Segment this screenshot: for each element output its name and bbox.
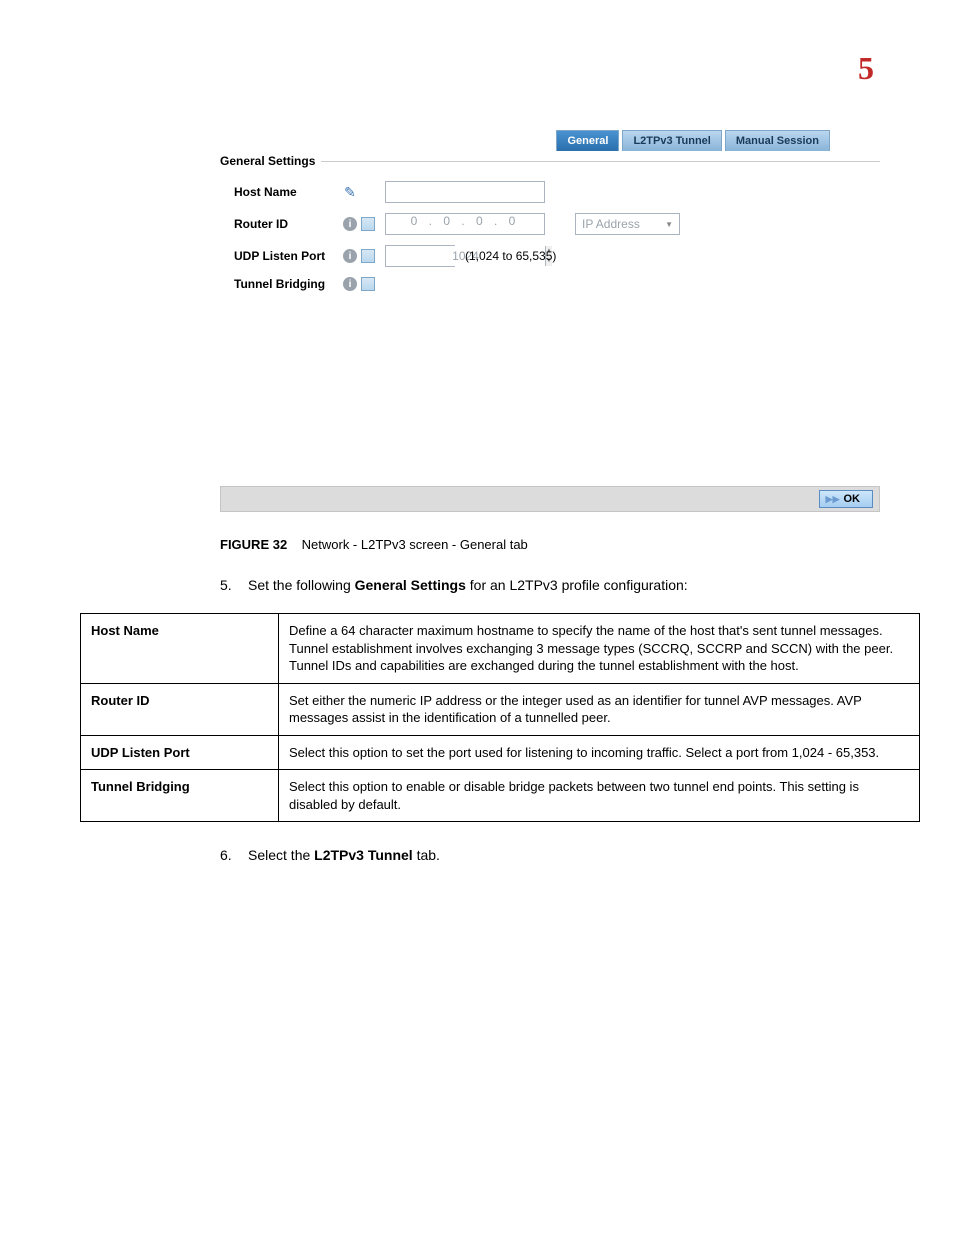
step-text-post: for an L2TPv3 profile configuration: [466, 577, 688, 593]
info-icon: i [343, 217, 357, 231]
play-icon: ▶▶ [826, 494, 840, 505]
udp-port-spinner[interactable]: ▲ ▼ [385, 245, 455, 267]
chevron-down-icon: ▼ [665, 220, 673, 229]
host-name-input[interactable] [385, 181, 545, 203]
table-row: Tunnel Bridging Select this option to en… [81, 770, 920, 822]
info-icon: i [343, 249, 357, 263]
chapter-number: 5 [858, 50, 874, 87]
cell-name: Router ID [81, 683, 279, 735]
udp-port-checkbox[interactable] [361, 249, 375, 263]
label-router-id: Router ID [234, 217, 339, 231]
table-row: UDP Listen Port Select this option to se… [81, 735, 920, 770]
router-id-type-dropdown[interactable]: IP Address ▼ [575, 213, 680, 235]
router-id-ip-input[interactable]: 0 . 0 . 0 . 0 [385, 213, 545, 235]
tab-l2tpv3-tunnel[interactable]: L2TPv3 Tunnel [622, 130, 721, 151]
settings-description-table: Host Name Define a 64 character maximum … [80, 613, 920, 822]
step-text-pre: Select the [248, 847, 314, 863]
step-text-pre: Set the following [248, 577, 355, 593]
row-udp-listen-port: UDP Listen Port i ▲ ▼ (1,024 to 65,535) [234, 245, 880, 267]
figure-caption: FIGURE 32 Network - L2TPv3 screen - Gene… [220, 537, 874, 552]
udp-port-range: (1,024 to 65,535) [465, 249, 556, 263]
info-icon: i [343, 277, 357, 291]
table-row: Router ID Set either the numeric IP addr… [81, 683, 920, 735]
pencil-icon: ✎ [344, 184, 356, 201]
step-number: 6. [220, 847, 248, 863]
tunnel-bridging-checkbox[interactable] [361, 277, 375, 291]
cell-name: UDP Listen Port [81, 735, 279, 770]
step-text-bold: L2TPv3 Tunnel [314, 847, 413, 863]
step-5: 5. Set the following General Settings fo… [220, 577, 874, 593]
figure-label: FIGURE 32 [220, 537, 287, 552]
footer-bar: ▶▶ OK [220, 486, 880, 512]
label-tunnel-bridging: Tunnel Bridging [234, 277, 339, 291]
row-router-id: Router ID i 0 . 0 . 0 . 0 IP Address ▼ [234, 213, 880, 235]
cell-desc: Define a 64 character maximum hostname t… [279, 614, 920, 684]
cell-name: Tunnel Bridging [81, 770, 279, 822]
fieldset-legend: General Settings [220, 154, 321, 168]
cell-desc: Select this option to set the port used … [279, 735, 920, 770]
screenshot-panel: General L2TPv3 Tunnel Manual Session Gen… [220, 130, 880, 306]
figure-text: Network - L2TPv3 screen - General tab [302, 537, 528, 552]
table-row: Host Name Define a 64 character maximum … [81, 614, 920, 684]
cell-desc: Select this option to enable or disable … [279, 770, 920, 822]
router-id-checkbox[interactable] [361, 217, 375, 231]
ok-button[interactable]: ▶▶ OK [819, 490, 873, 508]
general-settings-fieldset: General Settings Host Name ✎ Router ID i… [220, 161, 880, 306]
step-6: 6. Select the L2TPv3 Tunnel tab. [220, 847, 874, 863]
step-number: 5. [220, 577, 248, 593]
label-host-name: Host Name [234, 185, 339, 199]
step-text-post: tab. [413, 847, 440, 863]
label-udp-listen-port: UDP Listen Port [234, 249, 339, 263]
row-host-name: Host Name ✎ [234, 181, 880, 203]
step-text-bold: General Settings [355, 577, 466, 593]
tab-general[interactable]: General [556, 130, 619, 151]
cell-name: Host Name [81, 614, 279, 684]
tab-manual-session[interactable]: Manual Session [725, 130, 830, 151]
tab-row: General L2TPv3 Tunnel Manual Session [220, 130, 880, 151]
row-tunnel-bridging: Tunnel Bridging i [234, 277, 880, 291]
dropdown-value: IP Address [582, 217, 640, 231]
ok-label: OK [844, 493, 861, 505]
cell-desc: Set either the numeric IP address or the… [279, 683, 920, 735]
